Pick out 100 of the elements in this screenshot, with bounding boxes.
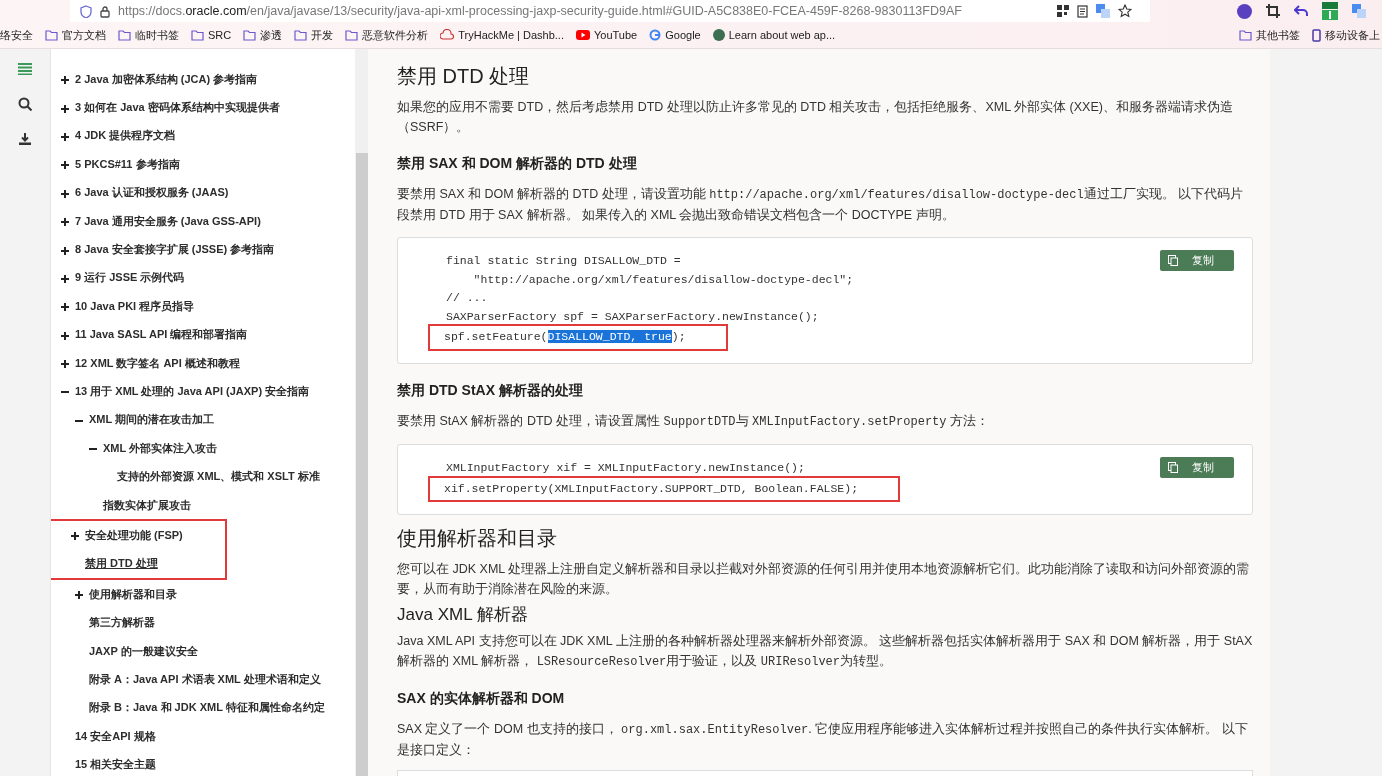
list-icon[interactable] <box>18 63 32 75</box>
folder-icon <box>294 29 308 41</box>
reader-icon[interactable] <box>1077 4 1088 18</box>
toc-link[interactable]: 安全处理功能 (FSP) <box>85 527 183 543</box>
plus-icon[interactable] <box>61 104 69 113</box>
plus-icon[interactable] <box>75 591 83 600</box>
bookmark-label[interactable]: 络安全 <box>0 27 33 43</box>
code-line: // ... <box>446 290 488 306</box>
plus-icon[interactable] <box>61 218 69 227</box>
translate-icon[interactable] <box>1352 4 1366 18</box>
section-heading: 禁用 DTD 处理 <box>397 64 531 89</box>
subsection-heading: 禁用 SAX 和 DOM 解析器的 DTD 处理 <box>397 155 638 173</box>
code-line: SAXParserFactory spf = SAXParserFactory.newInstance(); <box>446 308 819 325</box>
toc-link[interactable]: 附录 A：Java API 术语表 XML 处理术语和定义 <box>89 671 321 687</box>
bookmark-label[interactable]: 恶意软件分析 <box>362 27 429 43</box>
toc-link[interactable]: 7 Java 通用安全服务 (Java GSS-API) <box>75 213 261 229</box>
toc-link[interactable]: 使用解析器和目录 <box>89 586 177 602</box>
globe-icon <box>712 29 725 41</box>
plus-icon[interactable] <box>61 76 69 85</box>
code-line: final static String DISALLOW_DTD = <box>446 253 681 269</box>
toc-link[interactable]: 6 Java 认证和授权服务 (JAAS) <box>75 185 229 201</box>
paragraph: SAX 定义了一个 DOM 也支持的接口， org.xml.sax.EntityResolver. 它使应用程序能够进入实体解析过程并按照自己的条件执行实体解析。 以下是接口定义： <box>397 721 1249 759</box>
bookmark-label[interactable]: 渗透 <box>260 27 283 43</box>
plus-icon[interactable] <box>71 532 79 541</box>
play-icon <box>576 30 590 40</box>
paragraph: Java XML API 支持您可以在 JDK XML 上注册的各种解析器处理器来解析外部资源。 这些解析器包括实体解析器用于 SAX 和 DOM 解析器，用于 StAX 解析器的 XML 解析器， LSResourceResolver用于验证，以及 URIResolver为转型。 <box>397 633 1253 671</box>
qr-code-icon[interactable] <box>1057 5 1069 17</box>
bookmark-label[interactable]: 移动设备上 <box>1325 27 1380 43</box>
shield-icon <box>80 4 92 18</box>
paragraph: 要禁用 StAX 解析器的 DTD 处理，请设置属性 SupportDTD与 XMLInputFactory.setProperty 方法： <box>397 412 990 431</box>
bookmark-label[interactable]: 开发 <box>311 27 334 43</box>
extension-icon[interactable] <box>1322 2 1338 20</box>
cloud-icon <box>440 29 455 41</box>
bookmark-label[interactable]: YouTube <box>594 29 638 41</box>
bookmark-label[interactable]: 其他书签 <box>1256 27 1300 43</box>
plus-icon[interactable] <box>61 303 69 312</box>
toc-link[interactable]: 2 Java 加密体系结构 (JCA) 参考指南 <box>75 71 258 87</box>
copy-icon <box>1168 255 1178 266</box>
copy-button[interactable]: 复制 <box>1160 457 1234 478</box>
crop-icon[interactable] <box>1266 4 1280 18</box>
toc-link[interactable]: 14 安全API 规格 <box>75 728 156 744</box>
bookmark-label[interactable]: TryHackMe | Dashb... <box>458 29 564 41</box>
toc-link[interactable]: 3 如何在 Java 密码体系结构中实现提供者 <box>75 100 280 116</box>
folder-icon <box>191 29 204 41</box>
bookmark-label[interactable]: 临时书签 <box>135 27 179 43</box>
star-icon[interactable] <box>1118 4 1132 18</box>
phone-icon <box>1312 28 1321 42</box>
paragraph: 如果您的应用不需要 DTD，然后考虑禁用 DTD 处理以防止许多常见的 DTD 相关攻击，包括拒绝服务、XML 外部实体 (XXE)、和服务器端请求伪造（SSRF）。 <box>397 99 1234 136</box>
plus-icon[interactable] <box>61 132 69 141</box>
toc-link[interactable]: 11 Java SASL API 编程和部署指南 <box>75 327 248 343</box>
g-icon <box>649 29 662 41</box>
code-line: "http://apache.org/xml/features/disallow-doctype-decl"; <box>472 271 854 288</box>
bookmark-label[interactable]: Google <box>665 29 701 41</box>
section-heading: 使用解析器和目录 <box>397 526 558 551</box>
plus-icon[interactable] <box>61 274 69 283</box>
bookmark-label[interactable]: 官方文档 <box>62 27 106 43</box>
copy-button[interactable]: 复制 <box>1160 250 1234 271</box>
paragraph: 要禁用 SAX 和 DOM 解析器的 DTD 处理，请设置功能 http://apache.org/xml/features/disallow-doctype-decl通过工厂实现。 以下代码片段禁用 DTD 用于 SAX 解析器。 如果传入的 XML 会抛出致命错误文档包含一个 DOCTYPE 声明。 <box>397 186 1245 224</box>
plus-icon[interactable] <box>61 331 69 340</box>
lock-icon <box>100 4 110 18</box>
toc-link[interactable]: XML 外部实体注入攻击 <box>103 440 218 456</box>
undo-icon[interactable] <box>1294 5 1308 17</box>
toc-link[interactable]: XML 期间的潜在攻击加工 <box>89 412 215 428</box>
scrollbar-thumb[interactable] <box>356 153 368 776</box>
plus-icon[interactable] <box>61 360 69 369</box>
search-icon[interactable] <box>18 97 32 111</box>
toc-link[interactable]: JAXP 的一般建议安全 <box>89 643 198 659</box>
code-line: xif.setProperty(XMLInputFactory.SUPPORT_DTD, Boolean.FALSE); <box>430 477 899 500</box>
folder-icon <box>118 29 131 41</box>
folder-icon <box>243 29 257 41</box>
toc-link[interactable]: 支持的外部资源 XML、模式和 XSLT 标准 <box>117 469 320 485</box>
toc-link[interactable]: 指数实体扩展攻击 <box>103 497 191 513</box>
toc-link[interactable]: 15 相关安全主题 <box>75 757 157 773</box>
bookmark-label[interactable]: SRC <box>208 29 232 41</box>
toc-link[interactable]: 第三方解析器 <box>89 615 155 631</box>
code-line: XMLInputFactory xif = XMLInputFactory.newInstance(); <box>446 460 805 476</box>
section-heading: Java XML 解析器 <box>397 604 529 626</box>
bookmark-label[interactable]: Learn about web ap... <box>728 29 836 41</box>
folder-icon <box>1239 29 1252 41</box>
download-icon[interactable] <box>19 133 31 145</box>
toc-link[interactable]: 禁用 DTD 处理 <box>85 556 158 572</box>
toc-link[interactable]: 8 Java 安全套接字扩展 (JSSE) 参考指南 <box>75 242 275 258</box>
toc-link[interactable]: 9 运行 JSSE 示例代码 <box>75 270 185 286</box>
subsection-heading: SAX 的实体解析器和 DOM <box>397 690 566 708</box>
copy-icon <box>1168 462 1178 473</box>
paragraph: 您可以在 JDK XML 处理器上注册自定义解析器和目录以拦截对外部资源的任何引用并使用本地资源解析它们。此功能消除了读取和访问外部资源的需要，从而有助于消除潜在风险的来源。 <box>397 561 1251 598</box>
folder-icon <box>345 29 359 41</box>
folder-icon <box>45 29 58 41</box>
code-line: spf.setFeature(DISALLOW_DTD, true); <box>430 326 726 349</box>
toc-link[interactable]: 10 Java PKI 程序员指导 <box>75 298 195 314</box>
toc-link[interactable]: 13 用于 XML 处理的 Java API (JAXP) 安全指南 <box>75 384 310 399</box>
toc-link[interactable]: 附录 B：Java 和 JDK XML 特征和属性命名约定 <box>89 700 325 716</box>
plus-icon[interactable] <box>61 189 69 198</box>
translate-icon[interactable] <box>1096 4 1110 18</box>
plus-icon[interactable] <box>61 161 69 170</box>
plus-icon[interactable] <box>61 246 69 255</box>
toc-link[interactable]: 5 PKCS#11 参考指南 <box>75 156 180 172</box>
toc-link[interactable]: 4 JDK 提供程序文档 <box>75 128 176 144</box>
toc-link[interactable]: 12 XML 数字签名 API 概述和教程 <box>75 355 240 371</box>
profile-icon[interactable] <box>1237 3 1252 19</box>
